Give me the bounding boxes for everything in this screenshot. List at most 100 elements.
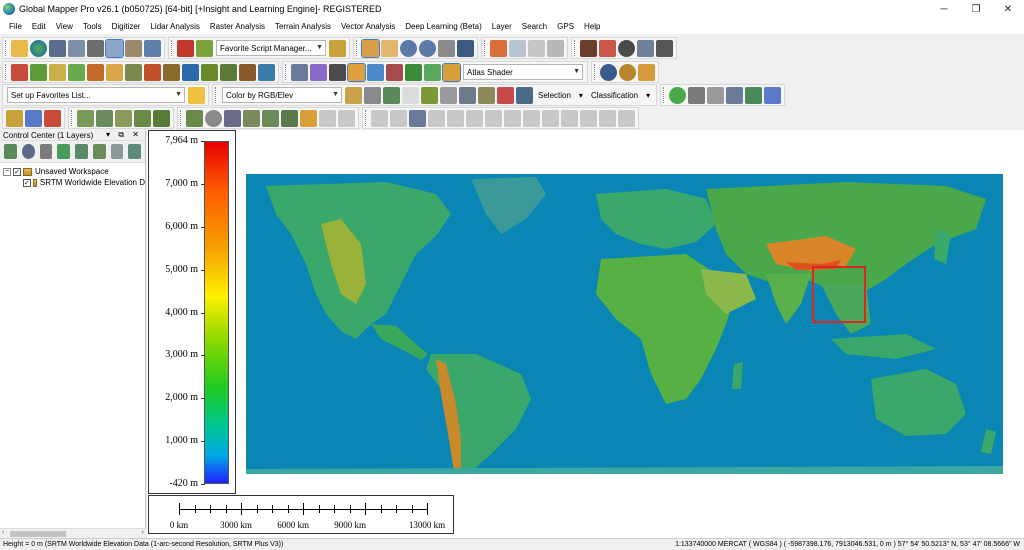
color-mode-select[interactable]: Color by RGB/Elev ▼ bbox=[222, 87, 342, 103]
maximize-button[interactable]: ❐ bbox=[960, 0, 992, 18]
noise-icon[interactable] bbox=[459, 86, 476, 104]
wrench-icon[interactable] bbox=[87, 39, 104, 57]
profile-icon[interactable] bbox=[125, 63, 142, 81]
toolbar-grip[interactable] bbox=[71, 110, 74, 126]
lidar-draw-icon[interactable] bbox=[6, 109, 23, 127]
create-path-icon[interactable] bbox=[243, 109, 260, 127]
menu-lidar-analysis[interactable]: Lidar Analysis bbox=[145, 22, 204, 31]
layer-row[interactable]: ✓ SRTM Worldwide Elevation D bbox=[0, 177, 145, 188]
render-3d-icon[interactable] bbox=[329, 63, 346, 81]
edit-disabled-icon[interactable] bbox=[338, 109, 355, 127]
export-icon[interactable] bbox=[68, 39, 85, 57]
info-icon[interactable] bbox=[618, 39, 635, 57]
paint-tool-icon[interactable] bbox=[153, 109, 170, 127]
volume-icon[interactable] bbox=[87, 63, 104, 81]
add-layer-icon[interactable] bbox=[745, 86, 763, 104]
split-icon[interactable] bbox=[447, 109, 464, 127]
toolbar-grip[interactable] bbox=[574, 40, 577, 56]
run-script-icon[interactable] bbox=[177, 39, 194, 57]
zoom-to-layer-icon[interactable] bbox=[92, 144, 106, 159]
path-tool-icon[interactable] bbox=[96, 109, 113, 127]
toolbar-grip[interactable] bbox=[171, 40, 174, 56]
create-circle-icon[interactable] bbox=[205, 109, 222, 127]
shaded-relief-icon[interactable] bbox=[347, 62, 366, 82]
zoom-in-icon[interactable] bbox=[400, 39, 417, 57]
create-grid-icon[interactable] bbox=[224, 109, 241, 127]
waypoint-icon[interactable] bbox=[688, 86, 706, 104]
move-vertex-icon[interactable] bbox=[371, 109, 388, 127]
grid-icon[interactable] bbox=[144, 63, 161, 81]
minimize-button[interactable]: ─ bbox=[928, 0, 960, 18]
pan-hand-icon[interactable] bbox=[381, 39, 398, 57]
scrollbar-thumb[interactable] bbox=[10, 531, 66, 537]
filter-icon[interactable] bbox=[345, 86, 362, 104]
feature-info-icon[interactable] bbox=[509, 39, 526, 57]
check-disabled-icon[interactable] bbox=[319, 109, 336, 127]
reshape-icon[interactable] bbox=[466, 109, 483, 127]
sun-settings-icon[interactable] bbox=[619, 63, 636, 81]
layer-down-icon[interactable] bbox=[75, 144, 88, 159]
point-cloud-icon[interactable] bbox=[440, 86, 457, 104]
triangle-icon[interactable] bbox=[402, 86, 419, 104]
pencil-icon[interactable] bbox=[490, 39, 507, 57]
layer-up-icon[interactable] bbox=[57, 144, 70, 159]
node-icon[interactable] bbox=[409, 109, 426, 127]
light-direction-icon[interactable] bbox=[638, 63, 655, 81]
vegetation-icon[interactable] bbox=[424, 63, 441, 81]
close-button[interactable]: ✕ bbox=[992, 0, 1024, 18]
curve-tool-icon[interactable] bbox=[115, 109, 132, 127]
globe-icon[interactable] bbox=[600, 63, 617, 81]
lidar-edit-icon[interactable] bbox=[44, 109, 61, 127]
print-icon[interactable] bbox=[144, 39, 161, 57]
menu-deep-learning[interactable]: Deep Learning (Beta) bbox=[400, 22, 487, 31]
gps-device-icon[interactable] bbox=[656, 39, 673, 57]
favorite-script-select[interactable]: Favorite Script Manager... ▼ bbox=[216, 40, 326, 56]
toolbar-grip[interactable] bbox=[5, 40, 8, 56]
contour-icon[interactable] bbox=[49, 63, 66, 81]
workspace-row[interactable]: − ✓ Unsaved Workspace bbox=[0, 166, 145, 177]
menu-view[interactable]: View bbox=[51, 22, 78, 31]
record-icon[interactable] bbox=[764, 86, 782, 104]
elevation-map[interactable] bbox=[246, 174, 1003, 474]
toolbar-grip[interactable] bbox=[285, 64, 288, 80]
binoculars-icon[interactable] bbox=[637, 39, 654, 57]
atlas-shader-icon[interactable] bbox=[442, 62, 461, 82]
snap-icon[interactable] bbox=[542, 109, 559, 127]
options-icon[interactable] bbox=[21, 144, 35, 159]
classification-menu[interactable]: Classification bbox=[591, 91, 638, 100]
layout-icon[interactable] bbox=[291, 63, 308, 81]
line-tool-icon[interactable] bbox=[77, 109, 94, 127]
menu-search[interactable]: Search bbox=[517, 22, 552, 31]
lidar-search-icon[interactable] bbox=[25, 109, 42, 127]
toolbar-grip[interactable] bbox=[663, 87, 666, 103]
menu-help[interactable]: Help bbox=[579, 22, 605, 31]
scroll-left-icon[interactable]: ‹ bbox=[2, 529, 4, 536]
menu-gps[interactable]: GPS bbox=[552, 22, 579, 31]
measure-icon[interactable] bbox=[580, 39, 597, 57]
view-shed-icon[interactable] bbox=[30, 63, 47, 81]
connect-icon[interactable] bbox=[504, 109, 521, 127]
attribute-icon[interactable] bbox=[547, 39, 564, 57]
menu-vector-analysis[interactable]: Vector Analysis bbox=[336, 22, 400, 31]
watershed-icon[interactable] bbox=[68, 63, 85, 81]
layers-stack-icon[interactable] bbox=[497, 86, 514, 104]
zoom-tool-icon[interactable] bbox=[361, 38, 380, 58]
rotate-icon[interactable] bbox=[390, 109, 407, 127]
layer-checkbox[interactable]: ✓ bbox=[23, 178, 31, 187]
zoom-out-icon[interactable] bbox=[419, 39, 436, 57]
menu-layer[interactable]: Layer bbox=[487, 22, 517, 31]
path-profile-icon[interactable] bbox=[182, 63, 199, 81]
smooth-icon[interactable] bbox=[618, 109, 635, 127]
menu-raster-analysis[interactable]: Raster Analysis bbox=[205, 22, 270, 31]
overview-map-icon[interactable] bbox=[125, 39, 142, 57]
shader-select[interactable]: Atlas Shader ▼ bbox=[463, 64, 583, 80]
selection-menu[interactable]: Selection bbox=[538, 91, 571, 100]
menu-terrain-analysis[interactable]: Terrain Analysis bbox=[270, 22, 336, 31]
toolbar-grip[interactable] bbox=[356, 40, 359, 56]
parallel-icon[interactable] bbox=[561, 109, 578, 127]
toolbar-grip[interactable] bbox=[365, 110, 368, 126]
water-level-icon[interactable] bbox=[367, 63, 384, 81]
save-icon[interactable] bbox=[49, 39, 66, 57]
join-icon[interactable] bbox=[485, 109, 502, 127]
menu-edit[interactable]: Edit bbox=[27, 22, 51, 31]
